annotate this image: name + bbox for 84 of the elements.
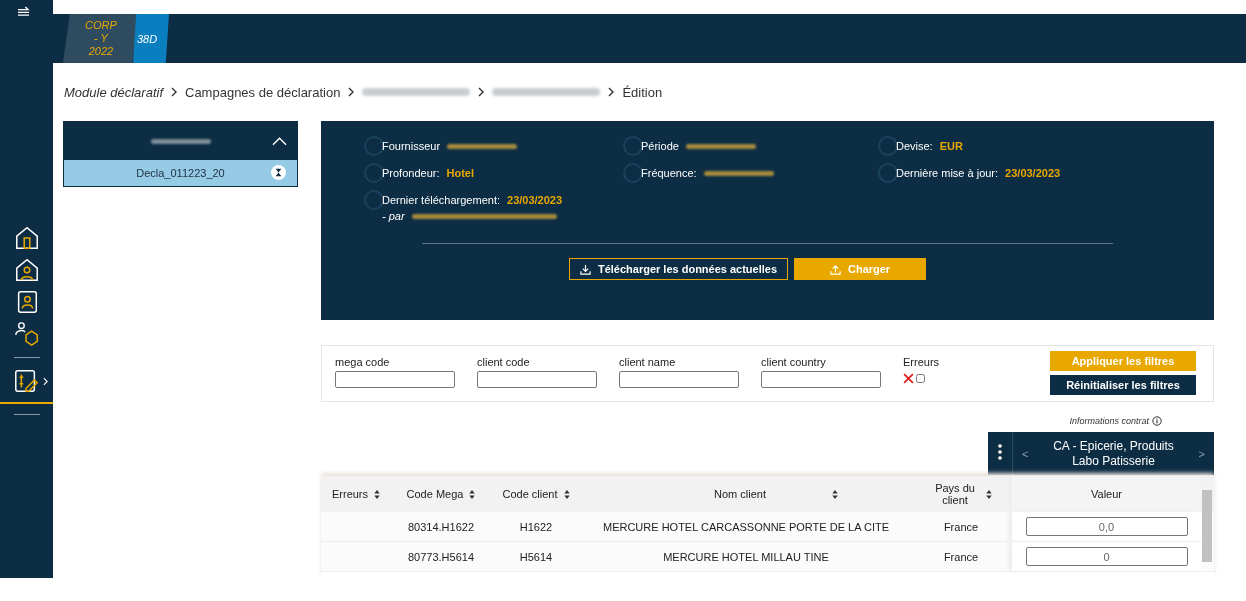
table-cell: H1622	[519, 520, 553, 533]
chevron-right-icon	[608, 87, 615, 97]
filter-label: client name	[619, 356, 677, 368]
more-icon[interactable]	[998, 444, 1002, 460]
breadcrumb-link[interactable]: Module déclaratif	[64, 84, 163, 100]
filter-input[interactable]	[335, 371, 455, 388]
value-input[interactable]: 0	[1025, 547, 1188, 566]
blurred-text	[685, 143, 756, 149]
faint-icon	[622, 135, 644, 157]
table-cell: 80773.H5614	[407, 550, 475, 563]
table-cell: France	[943, 550, 979, 563]
filter-label: client code	[477, 356, 531, 368]
next-button[interactable]: >	[1195, 447, 1208, 460]
faint-icon	[877, 162, 899, 184]
field-label: Fournisseur	[382, 140, 441, 152]
field-label: Dernière mise à jour:	[896, 167, 999, 179]
chevron-right-icon	[348, 87, 355, 97]
field-label: Profondeur:	[382, 167, 440, 179]
column-header[interactable]: Nom client	[714, 488, 766, 500]
column-header[interactable]: Erreurs	[331, 488, 369, 500]
table-cell: MERCURE HOTEL CARCASSONNE PORTE DE LA CITE	[602, 520, 890, 533]
upload-icon	[829, 263, 841, 275]
column-header: Valeur	[1091, 488, 1122, 500]
hourglass-icon	[271, 165, 286, 180]
value-input[interactable]: 0,0	[1025, 517, 1188, 536]
chevron-right-icon	[478, 87, 485, 97]
table-cell: France	[943, 520, 979, 533]
previous-button[interactable]: <	[1019, 447, 1032, 460]
sort-icon[interactable]	[832, 489, 838, 499]
faint-icon	[363, 135, 385, 157]
column-header[interactable]: Code Mega	[406, 488, 464, 500]
filter-button[interactable]: Réinitialiser les filtres	[1050, 375, 1196, 395]
table-cell: MERCURE HOTEL MILLAU TINE	[663, 550, 829, 563]
declaration-item[interactable]: Decla_011223_20	[64, 160, 297, 186]
chevron-right-icon	[171, 87, 177, 97]
blurred-text	[150, 138, 211, 144]
filter-label: mega code	[335, 356, 391, 368]
sort-icon[interactable]	[986, 489, 992, 499]
field-label: Fréquence:	[641, 167, 697, 179]
invoice-edit-icon[interactable]	[13, 368, 39, 394]
customer-icon[interactable]	[13, 257, 40, 283]
campaign-tab[interactable]: 38D	[133, 14, 169, 63]
person-box-icon[interactable]	[13, 321, 40, 347]
blurred-text	[447, 143, 518, 149]
field-value: 23/03/2023	[507, 194, 563, 206]
blurred-text	[703, 170, 774, 176]
info-icon[interactable]	[1152, 416, 1162, 426]
field-value: Hotel	[446, 167, 474, 179]
chevron-right-icon	[43, 376, 48, 386]
close-icon[interactable]	[903, 373, 914, 384]
contract-info-link[interactable]: Informations contrat	[1069, 416, 1149, 426]
breadcrumb-link[interactable]: Campagnes de déclaration	[185, 84, 341, 100]
download-icon	[579, 263, 591, 275]
column-header[interactable]: Code client	[502, 488, 558, 500]
action-button[interactable]: Télécharger les données actuelles	[568, 258, 789, 280]
collapse-icon[interactable]	[17, 6, 30, 17]
filter-label: client country	[761, 356, 827, 368]
sort-icon[interactable]	[563, 489, 570, 499]
filter-input[interactable]	[761, 371, 881, 388]
chevron-up-icon[interactable]	[272, 137, 287, 146]
field-value: 23/03/2023	[1005, 167, 1061, 179]
breadcrumb-link[interactable]: Édition	[622, 84, 663, 100]
scrollbar[interactable]	[1202, 490, 1212, 562]
field-label: Période	[641, 140, 679, 152]
filter-input[interactable]	[477, 371, 597, 388]
table-cell: H5614	[519, 550, 553, 563]
errors-checkbox[interactable]	[916, 374, 925, 383]
faint-icon	[877, 135, 899, 157]
author-label: - par	[382, 210, 405, 222]
home-icon[interactable]	[13, 225, 40, 251]
sort-icon[interactable]	[469, 489, 476, 499]
faint-icon	[622, 162, 644, 184]
column-header[interactable]: Pays du client	[930, 482, 980, 506]
filter-input[interactable]	[619, 371, 739, 388]
field-value: EUR	[939, 140, 963, 152]
field-label: Dernier téléchargement:	[382, 194, 500, 206]
panel-header[interactable]	[64, 122, 297, 160]
contract-name: CA - Epicerie, Produits Labo Patisserie	[1052, 438, 1175, 469]
sort-icon[interactable]	[374, 489, 381, 499]
filter-label: Erreurs	[903, 356, 940, 368]
faint-icon	[363, 189, 385, 211]
table-cell: 80314.H1622	[407, 520, 475, 533]
faint-icon	[363, 162, 385, 184]
field-label: Devise:	[896, 140, 933, 152]
